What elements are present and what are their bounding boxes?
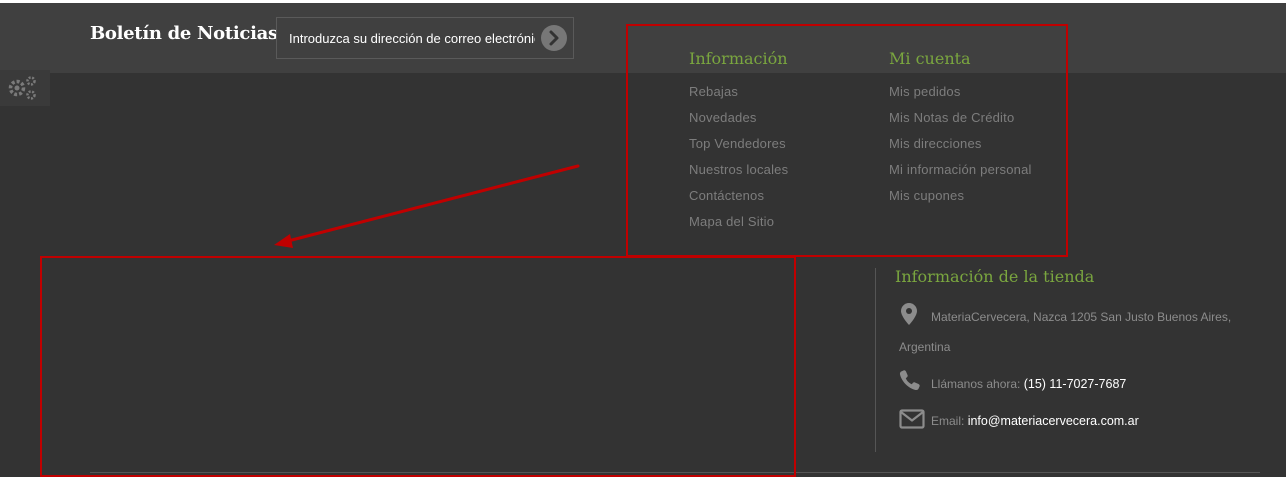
footer-area: Boletín de Noticias Información Rebajas … <box>0 3 1286 477</box>
annotation-arrow <box>274 164 580 248</box>
